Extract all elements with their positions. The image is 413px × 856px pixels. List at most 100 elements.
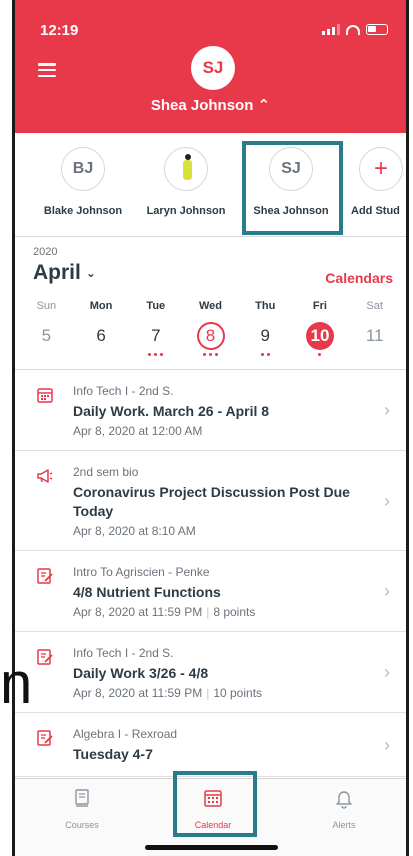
- student-blake[interactable]: BJ Blake Johnson: [33, 133, 133, 237]
- item-date: Apr 8, 2020 at 12:00 AM: [73, 424, 203, 438]
- chevron-right-icon: ›: [384, 490, 390, 511]
- phone-screen: 12:19 SJ Shea Johnson ⌃ BJ Blake Johnson…: [15, 0, 406, 856]
- add-student-label: Add Stud: [351, 205, 400, 217]
- item-meta: Apr 8, 2020 at 8:10 AM: [73, 524, 366, 538]
- week-days: Sun 5 Mon 6 Tue 7 Wed 8 Thu 9 Fri 10 Sat…: [15, 300, 406, 359]
- day-date: 7: [151, 326, 161, 345]
- tab-label: Alerts: [332, 820, 356, 830]
- event-dots: [19, 353, 74, 359]
- list-item[interactable]: 2nd sem bio Coronavirus Project Discussi…: [15, 451, 406, 551]
- meta-separator: |: [206, 686, 210, 700]
- screenshot-border-right: [406, 0, 413, 856]
- day-name: Tue: [146, 300, 166, 312]
- day-name: Wed: [199, 300, 223, 312]
- chevron-right-icon: ›: [384, 581, 390, 601]
- megaphone-icon: [37, 469, 53, 483]
- tab-courses[interactable]: Courses: [37, 787, 127, 830]
- avatar: SJ: [269, 147, 313, 191]
- item-meta: Apr 8, 2020 at 11:59 PM | 10 points: [73, 686, 366, 700]
- course-name: Info Tech I - 2nd S.: [73, 646, 174, 660]
- header-avatar[interactable]: SJ: [191, 46, 235, 90]
- day-name: Sat: [366, 300, 383, 312]
- tab-alerts[interactable]: Alerts: [299, 787, 389, 830]
- calendar-year: 2020: [33, 246, 58, 258]
- student-name: Laryn Johnson: [146, 205, 226, 217]
- course-name: Algebra I - Rexroad: [73, 727, 178, 741]
- day-name: Thu: [255, 300, 276, 312]
- day-date: 8: [196, 322, 225, 350]
- month-picker[interactable]: April ⌄: [33, 261, 96, 285]
- calendar-icon: [37, 388, 53, 403]
- day-fri[interactable]: Fri 10: [293, 300, 348, 359]
- event-dots: [347, 353, 402, 359]
- day-name: Fri: [312, 300, 327, 312]
- bell-icon: [336, 791, 352, 809]
- status-icons: [322, 24, 388, 35]
- assignment-icon: [37, 730, 53, 746]
- list-item[interactable]: Intro To Agriscien - Penke 4/8 Nutrient …: [15, 551, 406, 632]
- app-header: 12:19 SJ Shea Johnson ⌃: [15, 0, 406, 133]
- avatar-photo: [164, 147, 208, 191]
- courses-icon: [75, 789, 89, 807]
- event-dots: [293, 353, 348, 359]
- day-mon[interactable]: Mon 6: [74, 300, 129, 359]
- overflow-glyph: n: [0, 651, 33, 716]
- day-name: Sun: [36, 300, 57, 312]
- day-date: 11: [365, 326, 384, 345]
- event-dots: [128, 353, 183, 359]
- assignment-icon: [37, 649, 53, 665]
- signal-icon: [322, 24, 340, 35]
- home-indicator: [145, 845, 278, 850]
- day-date: 9: [260, 326, 270, 345]
- menu-icon[interactable]: [38, 63, 56, 77]
- day-tue[interactable]: Tue 7: [128, 300, 183, 359]
- day-sat[interactable]: Sat 11: [347, 300, 402, 359]
- plus-icon: +: [359, 147, 403, 191]
- day-date: 10: [305, 322, 334, 350]
- list-item[interactable]: Info Tech I - 2nd S. Daily Work 3/26 - 4…: [15, 632, 406, 713]
- chevron-right-icon: ›: [384, 400, 390, 420]
- meta-separator: |: [206, 605, 210, 619]
- item-meta: Apr 8, 2020 at 12:00 AM: [73, 424, 366, 438]
- day-date: 5: [41, 326, 52, 345]
- avatar: BJ: [61, 147, 105, 191]
- student-switcher[interactable]: Shea Johnson ⌃: [15, 96, 406, 114]
- student-laryn[interactable]: Laryn Johnson: [136, 133, 236, 237]
- event-dots: [74, 353, 129, 359]
- tab-label: Courses: [65, 820, 99, 830]
- course-name: Info Tech I - 2nd S.: [73, 384, 174, 398]
- student-shea[interactable]: SJ Shea Johnson: [241, 133, 341, 237]
- event-list: Info Tech I - 2nd S. Daily Work. March 2…: [15, 370, 406, 778]
- student-name: Shea Johnson: [253, 205, 329, 217]
- screenshot-border-left: [0, 0, 15, 856]
- day-sun[interactable]: Sun 5: [19, 300, 74, 359]
- item-date: Apr 8, 2020 at 11:59 PM: [73, 605, 203, 619]
- event-dots: [183, 353, 238, 359]
- calendars-button[interactable]: Calendars: [325, 270, 393, 286]
- status-time: 12:19: [40, 22, 79, 39]
- day-thu[interactable]: Thu 9: [238, 300, 293, 359]
- calendar-icon: [204, 790, 222, 807]
- chevron-down-icon: ⌄: [85, 266, 96, 281]
- list-item[interactable]: Info Tech I - 2nd S. Daily Work. March 2…: [15, 370, 406, 451]
- day-name: Mon: [89, 300, 113, 312]
- assignment-icon: [37, 568, 53, 584]
- item-points: 10 points: [213, 686, 263, 700]
- month-label: April: [33, 261, 81, 284]
- chevron-right-icon: ›: [384, 734, 390, 755]
- tab-label: Calendar: [194, 820, 232, 830]
- item-date: Apr 8, 2020 at 8:10 AM: [73, 524, 196, 538]
- add-student-button[interactable]: + Add Stud: [345, 133, 406, 237]
- list-item[interactable]: Algebra I - Rexroad Tuesday 4-7 ›: [15, 713, 406, 777]
- day-wed[interactable]: Wed 8: [183, 300, 238, 359]
- course-name: 2nd sem bio: [73, 465, 139, 479]
- tab-calendar[interactable]: Calendar: [168, 787, 258, 830]
- calendar-week: 2020 April ⌄ Calendars Sun 5 Mon 6 Tue 7 …: [15, 237, 406, 370]
- event-dots: [238, 353, 293, 359]
- student-name: Blake Johnson: [43, 205, 123, 217]
- item-title: Tuesday 4-7: [73, 746, 153, 762]
- item-title: Daily Work 3/26 - 4/8: [73, 665, 209, 681]
- day-date: 6: [96, 326, 106, 345]
- item-date: Apr 8, 2020 at 11:59 PM: [73, 686, 203, 700]
- item-title: Coronavirus Project Discussion Post Due …: [73, 484, 350, 519]
